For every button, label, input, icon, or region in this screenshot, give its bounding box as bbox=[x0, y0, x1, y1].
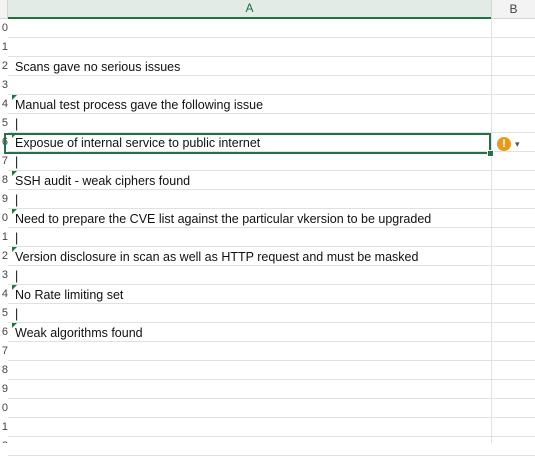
cell-a[interactable]: Weak algorithms found bbox=[15, 323, 143, 342]
sheet-row: Need to prepare the CVE list against the… bbox=[8, 209, 535, 228]
cell-a[interactable]: Need to prepare the CVE list against the… bbox=[15, 209, 431, 228]
cell-a[interactable]: Scans gave no serious issues bbox=[15, 57, 180, 76]
sheet-row bbox=[8, 361, 535, 380]
row-header[interactable]: 2 bbox=[0, 57, 8, 76]
row-header[interactable]: 8 bbox=[0, 171, 8, 190]
row-header[interactable]: 1 bbox=[0, 418, 8, 437]
cell-a[interactable]: | bbox=[15, 152, 18, 171]
cell-a[interactable]: Manual test process gave the following i… bbox=[15, 95, 263, 114]
row-header-corner[interactable] bbox=[0, 0, 8, 19]
error-check-button[interactable]: ! ▾ bbox=[497, 135, 531, 152]
chevron-down-icon: ▾ bbox=[515, 138, 520, 149]
sheet-row: | bbox=[8, 266, 535, 285]
sheet-row: No Rate limiting set bbox=[8, 285, 535, 304]
sheet-row bbox=[8, 38, 535, 57]
active-cell-border bbox=[4, 133, 491, 154]
sheet-row bbox=[8, 19, 535, 38]
row-header[interactable]: 5 bbox=[0, 304, 8, 323]
column-header-b[interactable]: B bbox=[491, 0, 535, 19]
row-header[interactable]: 7 bbox=[0, 152, 8, 171]
sheet-row bbox=[8, 76, 535, 95]
row-header[interactable]: 6 bbox=[0, 323, 8, 342]
sheet-row bbox=[8, 418, 535, 437]
sheet-row bbox=[8, 437, 535, 456]
sheet-row: | bbox=[8, 114, 535, 133]
cell-a[interactable]: | bbox=[15, 114, 18, 133]
sheet-row: | bbox=[8, 190, 535, 209]
cell-a[interactable]: No Rate limiting set bbox=[15, 285, 123, 304]
row-header[interactable]: 4 bbox=[0, 285, 8, 304]
row-header[interactable]: 2 bbox=[0, 247, 8, 266]
cell-a[interactable]: | bbox=[15, 266, 18, 285]
row-header[interactable]: 9 bbox=[0, 190, 8, 209]
sheet-row: Version disclosure in scan as well as HT… bbox=[8, 247, 535, 266]
row-header[interactable]: 1 bbox=[0, 228, 8, 247]
row-header[interactable]: 5 bbox=[0, 114, 8, 133]
row-header[interactable]: 3 bbox=[0, 76, 8, 95]
sheet-row: Weak algorithms found bbox=[8, 323, 535, 342]
row-header[interactable]: 8 bbox=[0, 361, 8, 380]
warning-icon: ! bbox=[497, 136, 511, 151]
column-header-a[interactable]: A bbox=[8, 0, 491, 19]
row-header[interactable]: 0 bbox=[0, 209, 8, 228]
cell-a[interactable]: SSH audit - weak ciphers found bbox=[15, 171, 190, 190]
row-headers: 0 1 2 3 4 5 6 7 8 9 0 1 2 3 4 5 6 7 8 9 … bbox=[0, 19, 8, 443]
row-header[interactable]: 2 bbox=[0, 437, 8, 443]
row-header[interactable]: 0 bbox=[0, 399, 8, 418]
row-header[interactable]: 4 bbox=[0, 95, 8, 114]
cell-a[interactable]: | bbox=[15, 304, 18, 323]
cell-a[interactable]: Version disclosure in scan as well as HT… bbox=[15, 247, 418, 266]
row-header[interactable]: 0 bbox=[0, 19, 8, 38]
sheet-row: SSH audit - weak ciphers found bbox=[8, 171, 535, 190]
sheet-row bbox=[8, 399, 535, 418]
row-header[interactable]: 1 bbox=[0, 38, 8, 57]
cell-a[interactable]: | bbox=[15, 190, 18, 209]
sheet-row: Manual test process gave the following i… bbox=[8, 95, 535, 114]
cell-a[interactable]: | bbox=[15, 228, 18, 247]
row-header[interactable]: 3 bbox=[0, 266, 8, 285]
sheet-row bbox=[8, 342, 535, 361]
row-header[interactable]: 7 bbox=[0, 342, 8, 361]
sheet-row: | bbox=[8, 304, 535, 323]
sheet-row: Scans gave no serious issues bbox=[8, 57, 535, 76]
cell-grid: Scans gave no serious issues Manual test… bbox=[8, 19, 535, 456]
sheet-row: | bbox=[8, 152, 535, 171]
sheet-row bbox=[8, 380, 535, 399]
spreadsheet: A B 0 1 2 3 4 5 6 7 8 9 0 1 2 3 4 5 6 7 … bbox=[0, 0, 535, 456]
column-header-bar: A B bbox=[0, 0, 535, 19]
fill-handle[interactable] bbox=[487, 150, 494, 157]
sheet-row: | bbox=[8, 228, 535, 247]
row-header[interactable]: 9 bbox=[0, 380, 8, 399]
